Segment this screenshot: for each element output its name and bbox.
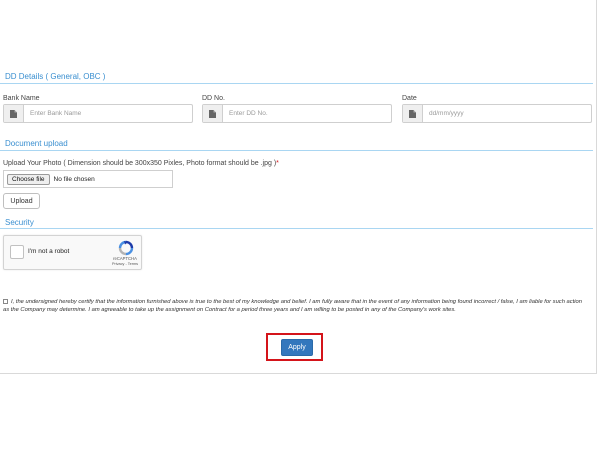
- photo-upload-label-text: Upload Your Photo ( Dimension should be …: [3, 160, 277, 167]
- apply-button[interactable]: Apply: [281, 339, 313, 356]
- recaptcha-logo-icon: [118, 240, 134, 256]
- document-upload-divider: [0, 150, 593, 151]
- photo-file-input[interactable]: Choose file No file chosen: [3, 170, 173, 188]
- bank-name-label: Bank Name: [3, 95, 40, 102]
- dd-details-divider: [0, 83, 593, 84]
- recaptcha-label: I'm not a robot: [28, 248, 70, 255]
- choose-file-button[interactable]: Choose file: [7, 173, 50, 185]
- file-status: No file chosen: [53, 175, 95, 183]
- application-form-panel: DD Details ( General, OBC ) Bank Name DD…: [0, 0, 597, 374]
- photo-upload-label: Upload Your Photo ( Dimension should be …: [3, 160, 279, 167]
- dd-details-title: DD Details ( General, OBC ): [5, 72, 106, 81]
- dd-no-input[interactable]: [223, 105, 391, 122]
- security-title: Security: [5, 218, 34, 227]
- bank-name-input[interactable]: [24, 105, 192, 122]
- upload-button[interactable]: Upload: [3, 193, 40, 209]
- file-icon: [203, 105, 223, 122]
- document-upload-title: Document upload: [5, 139, 68, 148]
- dd-no-group: [202, 104, 392, 123]
- required-mark: *: [276, 160, 279, 167]
- dd-no-label: DD No.: [202, 95, 225, 102]
- date-group: [402, 104, 592, 123]
- date-input[interactable]: [423, 105, 591, 122]
- recaptcha-widget: I'm not a robot reCAPTCHA Privacy - Term…: [3, 235, 142, 270]
- security-divider: [0, 228, 593, 229]
- bank-name-group: [3, 104, 193, 123]
- date-label: Date: [402, 95, 417, 102]
- recaptcha-privacy-terms[interactable]: Privacy - Terms: [108, 262, 142, 266]
- file-icon: [4, 105, 24, 122]
- recaptcha-checkbox[interactable]: [10, 245, 24, 259]
- file-icon: [403, 105, 423, 122]
- recaptcha-brand: reCAPTCHA: [113, 256, 137, 261]
- declaration-text: I, the undersigned hereby certify that t…: [3, 299, 582, 313]
